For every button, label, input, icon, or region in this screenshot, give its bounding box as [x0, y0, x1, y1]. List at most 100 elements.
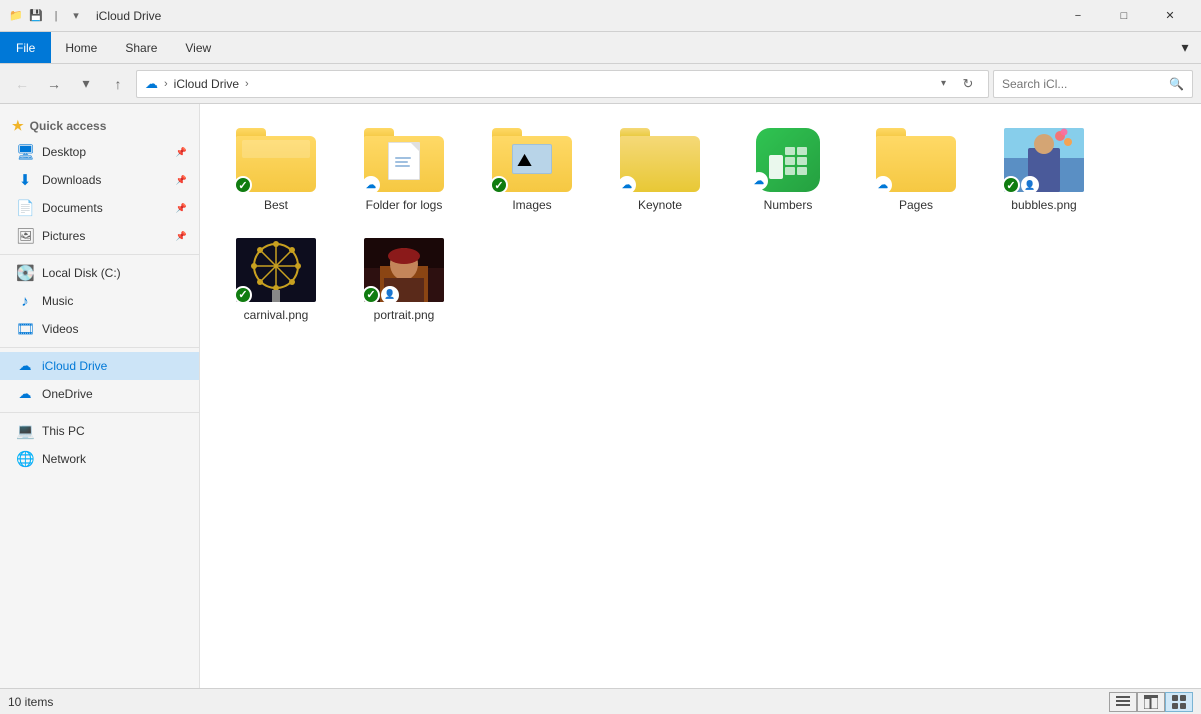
forward-button[interactable]: →: [40, 70, 68, 98]
pages-doc-icon: [388, 142, 420, 180]
pin-icon-documents: 📌: [176, 203, 187, 214]
bubbles-label: bubbles.png: [1011, 198, 1076, 214]
sidebar-item-localdisk[interactable]: 💽 Local Disk (C:): [0, 259, 199, 287]
address-path: iCloud Drive: [174, 77, 239, 91]
images-overlay: [512, 144, 552, 174]
numbers-label: Numbers: [764, 198, 813, 214]
images-sync-badge: ✓: [490, 176, 508, 194]
sidebar: ★ Quick access 🖥 Desktop 📌 ⬇ Downloads 📌…: [0, 104, 200, 688]
window-title: iCloud Drive: [92, 9, 1055, 23]
window-controls: − □ ✕: [1055, 0, 1193, 32]
address-separator-1: ›: [164, 78, 168, 90]
keynote-icon-wrap: ☁: [620, 128, 700, 192]
up-button[interactable]: ↑: [104, 70, 132, 98]
file-item-images[interactable]: ✓ Images: [472, 120, 592, 222]
file-item-keynote[interactable]: ☁ Keynote: [600, 120, 720, 222]
images-icon-wrap: ✓: [492, 128, 572, 192]
view-large-icons-button[interactable]: [1165, 692, 1193, 712]
menu-share[interactable]: Share: [111, 32, 171, 63]
folder-logs-icon-wrap: ☁: [364, 128, 444, 192]
content-area: ✓ Best: [200, 104, 1201, 688]
bubbles-icon-wrap: ✓ 👤: [1004, 128, 1084, 192]
expand-button[interactable]: ▾: [72, 70, 100, 98]
numbers-cloud-icon: ☁: [754, 176, 764, 187]
keynote-label: Keynote: [638, 198, 682, 214]
sidebar-item-music[interactable]: ♪ Music: [0, 287, 199, 315]
title-qat-save[interactable]: 💾: [28, 8, 44, 24]
best-icon-wrap: ✓: [236, 128, 316, 192]
title-bar: 📁 💾 | ▾ iCloud Drive − □ ✕: [0, 0, 1201, 32]
pages-cloud-icon: ☁: [878, 180, 888, 191]
bubbles-cloud-badge: 👤: [1021, 176, 1039, 194]
icloud-icon: ☁: [16, 358, 34, 374]
address-chevron-icon[interactable]: ▾: [941, 78, 946, 89]
best-sync-badge: ✓: [234, 176, 252, 194]
search-box[interactable]: 🔍: [993, 70, 1193, 98]
star-icon: ★: [12, 118, 24, 134]
address-bar: ← → ▾ ↑ ☁ › iCloud Drive › ▾ ↻ 🔍: [0, 64, 1201, 104]
address-refresh-button[interactable]: ↻: [956, 72, 980, 96]
sidebar-item-icloud[interactable]: ☁ iCloud Drive: [0, 352, 199, 380]
menu-view[interactable]: View: [171, 32, 225, 63]
menu-home[interactable]: Home: [51, 32, 111, 63]
list-view-icon: [1116, 695, 1130, 709]
keynote-sync-badge: ☁: [618, 176, 636, 194]
columns-view-icon: [1144, 695, 1158, 709]
menu-file[interactable]: File: [0, 32, 51, 63]
sidebar-item-label-icloud: iCloud Drive: [42, 359, 107, 373]
view-list-button[interactable]: [1109, 692, 1137, 712]
network-icon: 🌐: [16, 450, 34, 468]
sidebar-section-quick-access: ★ Quick access: [0, 112, 199, 138]
file-item-bubbles[interactable]: ✓ 👤 bubbles.png: [984, 120, 1104, 222]
sidebar-item-label-documents: Documents: [42, 201, 103, 215]
music-icon: ♪: [16, 293, 34, 310]
maximize-button[interactable]: □: [1101, 0, 1147, 32]
main-area: ★ Quick access 🖥 Desktop 📌 ⬇ Downloads 📌…: [0, 104, 1201, 688]
address-field[interactable]: ☁ › iCloud Drive › ▾ ↻: [136, 70, 989, 98]
items-count: 10 items: [8, 695, 53, 709]
portrait-user-icon: 👤: [384, 289, 395, 300]
menu-bar: File Home Share View ▾: [0, 32, 1201, 64]
pages-icon-wrap: ☁: [876, 128, 956, 192]
menu-help-button[interactable]: ▾: [1169, 32, 1201, 64]
sidebar-divider-3: [0, 412, 199, 413]
best-label: Best: [264, 198, 288, 214]
bubbles-user-icon: 👤: [1024, 180, 1035, 191]
pin-icon-desktop: 📌: [176, 147, 187, 158]
sidebar-item-onedrive[interactable]: ☁ OneDrive: [0, 380, 199, 408]
file-item-folder-logs[interactable]: ☁ Folder for logs: [344, 120, 464, 222]
pin-icon-pictures: 📌: [176, 231, 187, 242]
sidebar-item-videos[interactable]: 🎞 Videos: [0, 315, 199, 343]
pages-label: Pages: [899, 198, 933, 214]
close-button[interactable]: ✕: [1147, 0, 1193, 32]
keynote-cloud-icon: ☁: [622, 180, 632, 191]
file-grid: ✓ Best: [216, 120, 1185, 331]
onedrive-icon: ☁: [16, 386, 34, 402]
portrait-partial-badge: 👤: [381, 286, 399, 304]
file-item-pages[interactable]: ☁ Pages: [856, 120, 976, 222]
sidebar-item-pictures[interactable]: 🖼 Pictures 📌: [0, 222, 199, 250]
view-columns-button[interactable]: [1137, 692, 1165, 712]
file-item-carnival[interactable]: ✓ carnival.png: [216, 230, 336, 332]
sidebar-item-documents[interactable]: 📄 Documents 📌: [0, 194, 199, 222]
sidebar-item-label-network: Network: [42, 452, 86, 466]
carnival-icon-wrap: ✓: [236, 238, 316, 302]
search-input[interactable]: [1002, 77, 1165, 91]
title-qat-dropdown[interactable]: ▾: [68, 8, 84, 24]
file-item-best[interactable]: ✓ Best: [216, 120, 336, 222]
sidebar-item-label-desktop: Desktop: [42, 145, 86, 159]
sidebar-item-desktop[interactable]: 🖥 Desktop 📌: [0, 138, 199, 166]
status-bar: 10 items: [0, 688, 1201, 714]
file-item-portrait[interactable]: ✓ 👤 portrait.png: [344, 230, 464, 332]
bubbles-sync-badges: ✓ 👤: [1002, 176, 1039, 194]
minimize-button[interactable]: −: [1055, 0, 1101, 32]
sidebar-item-network[interactable]: 🌐 Network: [0, 445, 199, 473]
address-cloud-icon: ☁: [145, 76, 158, 92]
sidebar-item-downloads[interactable]: ⬇ Downloads 📌: [0, 166, 199, 194]
localdisk-icon: 💽: [16, 264, 34, 282]
back-button[interactable]: ←: [8, 70, 36, 98]
sidebar-divider-1: [0, 254, 199, 255]
carnival-sync-badge: ✓: [234, 286, 252, 304]
file-item-numbers[interactable]: ☁ Numbers: [728, 120, 848, 222]
sidebar-item-thispc[interactable]: 💻 This PC: [0, 417, 199, 445]
